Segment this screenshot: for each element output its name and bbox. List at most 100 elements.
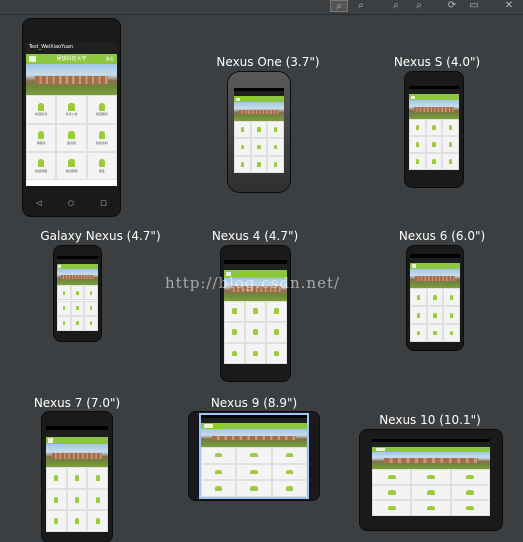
menu-cell[interactable] [443,306,460,325]
menu-cell[interactable] [410,288,427,307]
menu-cell[interactable] [250,121,268,139]
android-icon [215,469,223,475]
android-icon [449,142,453,147]
menu-cell[interactable] [372,469,412,485]
menu-cell[interactable] [267,155,284,173]
menu-cell[interactable] [450,469,490,485]
menu-cell[interactable] [87,488,108,511]
menu-cell[interactable] [66,467,88,489]
close-preview-icon[interactable]: ✕ [500,0,518,12]
menu-cell[interactable] [442,118,459,136]
menu-cell[interactable] [271,463,307,481]
menu-cell[interactable] [244,300,266,322]
menu-cell[interactable]: 校园地图 [26,151,57,181]
android-icon [274,127,278,133]
menu-cell[interactable] [201,463,237,481]
menu-cell[interactable] [236,446,272,464]
menu-cell[interactable]: 课程表 [26,123,57,152]
zoom-actual-icon[interactable]: ⌕ [410,0,428,12]
menu-cell[interactable]: 考试公告 [56,95,87,124]
menu-cell[interactable] [410,324,427,342]
menu-cell[interactable] [224,342,245,364]
menu-cell[interactable] [267,121,284,139]
exit-button[interactable]: 退出 [105,56,113,62]
menu-cell[interactable] [201,446,237,464]
menu-cell[interactable] [425,152,443,170]
menu-cell[interactable] [271,480,307,497]
back-icon[interactable]: ◁ [36,199,41,207]
menu-cell[interactable] [66,510,88,532]
menu-cell[interactable]: 图书馆 [56,123,87,152]
menu-cell[interactable] [66,488,88,511]
menu-cell[interactable] [450,500,490,516]
menu-cell[interactable] [244,321,266,343]
menu-cell[interactable] [70,285,85,301]
menu-cell[interactable] [236,463,272,481]
refresh-icon[interactable]: ⟳ [443,0,461,12]
menu-cell[interactable] [250,155,268,173]
zoom-in-icon[interactable]: ⌕ [387,0,405,12]
zoom-fit-icon[interactable]: ⌕ [330,0,348,12]
menu-cell[interactable] [46,488,67,511]
screenshot-icon[interactable]: ▭ [465,0,483,12]
menu-cell[interactable] [201,480,237,497]
android-icon [387,474,396,479]
menu-cell[interactable] [426,288,444,307]
menu-cell[interactable] [372,500,412,516]
menu-cell[interactable] [411,500,451,516]
menu-cell[interactable] [425,118,443,136]
menu-cell[interactable] [411,469,451,485]
menu-cell[interactable] [57,285,71,301]
menu-cell[interactable] [57,315,71,331]
menu-cell[interactable] [57,300,71,316]
menu-cell[interactable] [234,155,251,173]
menu-cell[interactable] [410,306,427,325]
android-icon [450,312,454,318]
menu-cell[interactable] [442,135,459,153]
zoom-out-icon[interactable]: ⌕ [352,0,370,12]
menu-cell[interactable] [411,484,451,501]
menu-cell[interactable] [267,138,284,156]
menu-cell[interactable]: 校园新闻 [26,95,57,124]
menu-cell[interactable] [409,135,426,153]
menu-cell[interactable] [70,315,85,331]
menu-cell[interactable] [224,300,245,322]
home-icon[interactable]: ○ [68,199,74,207]
menu-cell[interactable] [70,300,85,316]
menu-cell[interactable] [234,138,251,156]
menu-cell[interactable] [46,467,67,489]
menu-cell[interactable] [409,118,426,136]
menu-cell[interactable] [372,484,412,501]
menu-cell[interactable] [234,121,251,139]
menu-cell[interactable] [244,342,266,364]
menu-cell[interactable] [87,467,108,489]
menu-cell[interactable]: 校园视频 [56,151,87,181]
menu-cell[interactable] [84,285,98,301]
recents-icon[interactable]: □ [100,199,107,207]
menu-cell[interactable] [224,321,245,343]
menu-cell[interactable] [87,510,108,532]
menu-cell[interactable] [443,324,460,342]
android-icon [240,127,244,133]
menu-cell[interactable] [265,342,287,364]
menu-cell[interactable]: 校园服务 [86,95,117,124]
menu-cell[interactable] [84,315,98,331]
menu-cell[interactable] [443,288,460,307]
menu-cell[interactable] [236,480,272,497]
menu-cell[interactable] [250,138,268,156]
menu-cell[interactable] [265,300,287,322]
menu-cell[interactable] [409,152,426,170]
menu-cell[interactable] [442,152,459,170]
menu-cell[interactable] [271,446,307,464]
menu-cell[interactable] [425,135,443,153]
menu-cell[interactable] [84,300,98,316]
menu-cell[interactable] [46,510,67,532]
campus-banner [234,102,284,122]
android-icon [257,162,261,167]
menu-cell[interactable] [450,484,490,501]
menu-cell[interactable] [426,306,444,325]
menu-cell[interactable]: 我的资料 [86,123,117,152]
menu-cell[interactable] [426,324,444,342]
menu-cell[interactable]: 更多 [86,151,117,181]
menu-cell[interactable] [265,321,287,343]
